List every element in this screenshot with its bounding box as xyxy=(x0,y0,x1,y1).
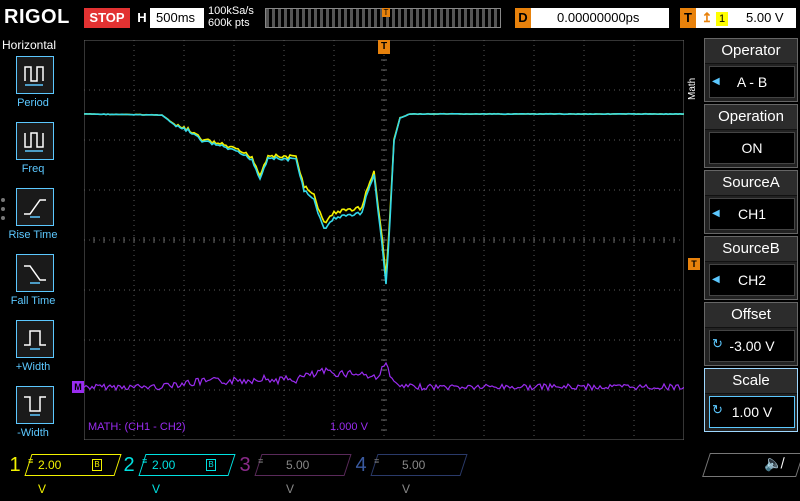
menu-source-a[interactable]: SourceA ◀ CH1 xyxy=(704,170,798,234)
memory-position-bar: T xyxy=(265,8,501,28)
sound-box[interactable] xyxy=(702,453,800,477)
trigger-label: T xyxy=(680,8,696,28)
measure-label: Fall Time xyxy=(10,295,56,307)
measure-label: Period xyxy=(17,97,49,109)
menu-item-title: Scale xyxy=(705,369,797,394)
math-scale: 1.000 V xyxy=(330,421,369,433)
math-label: MATH: (CH1 - CH2) xyxy=(88,421,186,433)
trigger-source: 1 xyxy=(716,11,728,26)
trigger-position-marker: T xyxy=(382,8,390,17)
menu-item-title: Operator xyxy=(705,39,797,64)
channel-number: 4 xyxy=(355,454,367,476)
channel-scale: 2.00 V xyxy=(38,458,62,496)
probe-icon: B xyxy=(206,459,216,471)
trigger-time-marker[interactable]: T xyxy=(378,40,390,54)
menu-offset[interactable]: Offset ↻ -3.00 V xyxy=(704,302,798,366)
coupling-icon: ≡ xyxy=(258,456,264,466)
frequency-icon xyxy=(16,122,54,160)
measure-item-freq[interactable]: Freq xyxy=(4,122,62,175)
channel-scale: 5.00 V xyxy=(286,458,310,496)
acquisition-info: 100kSa/s 600k pts xyxy=(208,5,254,29)
menu-item-value: ◀ CH2 xyxy=(709,264,795,296)
selector-arrow-icon: ◀ xyxy=(712,274,720,285)
coupling-icon: ≡ xyxy=(374,456,380,466)
rise-time-icon xyxy=(16,188,54,226)
trigger-box[interactable]: T ↥ 1 5.00 V xyxy=(680,8,796,28)
brand-logo: RIGOL xyxy=(4,6,70,28)
menu-item-value: ↻ -3.00 V xyxy=(709,330,795,362)
measure-label: +Width xyxy=(15,361,51,373)
measure-item-period[interactable]: Period xyxy=(4,56,62,109)
sample-rate: 100kSa/s xyxy=(208,5,254,17)
rising-edge-icon: ↥ xyxy=(701,10,713,25)
delay-box[interactable]: D 0.00000000ps xyxy=(515,8,669,28)
trigger-level: 5.00 V xyxy=(746,10,784,25)
menu-operator[interactable]: Operator ◀ A - B xyxy=(704,38,798,102)
measure-item-fall-time[interactable]: Fall Time xyxy=(4,254,62,307)
menu-item-value: ◀ A - B xyxy=(709,66,795,98)
knob-icon: ↻ xyxy=(712,402,723,417)
channel-scale: 2.00 V xyxy=(152,458,176,496)
measure-item-positive-width[interactable]: +Width xyxy=(4,320,62,373)
probe-icon: B xyxy=(92,459,102,471)
measure-label: Rise Time xyxy=(8,229,58,241)
selector-arrow-icon: ◀ xyxy=(712,208,720,219)
delay-value: 0.00000000ps xyxy=(557,10,640,25)
coupling-icon: ≡ xyxy=(28,456,34,466)
coupling-icon: ≡ xyxy=(142,456,148,466)
horizontal-label: H xyxy=(134,8,150,28)
knob-icon: ↻ xyxy=(712,336,723,351)
status-bar: RIGOL STOP H 500ms 100kSa/s 600k pts T D 0… xyxy=(0,0,800,36)
channel-scale: 5.00 V xyxy=(402,458,426,496)
measure-item-negative-width[interactable]: -Width xyxy=(4,386,62,439)
menu-item-title: Offset xyxy=(705,303,797,328)
measure-panel-title: Horizontal xyxy=(2,38,57,52)
menu-source-b[interactable]: SourceB ◀ CH2 xyxy=(704,236,798,300)
measure-label: Freq xyxy=(21,163,45,175)
measure-label: -Width xyxy=(17,427,49,439)
timebase-value: 500ms xyxy=(156,10,196,25)
menu-item-value: ↻ 1.00 V xyxy=(709,396,795,428)
menu-operation[interactable]: Operation ON xyxy=(704,104,798,168)
menu-item-title: SourceA xyxy=(705,171,797,196)
channel-number: 1 xyxy=(9,454,21,476)
menu-item-value: ON xyxy=(709,132,795,164)
channel-bar: 1 ≡ 2.00 V B 2 ≡ 2.00 V B 3 ≡ 5.00 V 4 ≡… xyxy=(0,450,800,496)
run-stop-button[interactable]: STOP xyxy=(84,8,130,28)
menu-tab: Math xyxy=(687,77,698,100)
period-icon xyxy=(16,56,54,94)
speaker-muted-icon[interactable]: 🔈̸ xyxy=(764,454,783,472)
delay-label: D xyxy=(515,8,531,28)
negative-width-icon xyxy=(16,386,54,424)
channel-number: 2 xyxy=(123,454,135,476)
selector-arrow-icon: ◀ xyxy=(712,76,720,87)
memory-depth: 600k pts xyxy=(208,17,250,29)
math-offset-marker[interactable]: M xyxy=(72,381,84,393)
timebase-box[interactable]: H 500ms xyxy=(134,8,204,28)
menu-scale[interactable]: Scale ↻ 1.00 V xyxy=(704,368,798,432)
menu-item-value: ◀ CH1 xyxy=(709,198,795,230)
menu-item-title: Operation xyxy=(705,105,797,130)
positive-width-icon xyxy=(16,320,54,358)
channel-number: 3 xyxy=(239,454,251,476)
menu-item-title: SourceB xyxy=(705,237,797,262)
measure-item-rise-time[interactable]: Rise Time xyxy=(4,188,62,241)
waveform-display[interactable]: MATH: (CH1 - CH2) 1.000 V xyxy=(84,40,684,440)
fall-time-icon xyxy=(16,254,54,292)
